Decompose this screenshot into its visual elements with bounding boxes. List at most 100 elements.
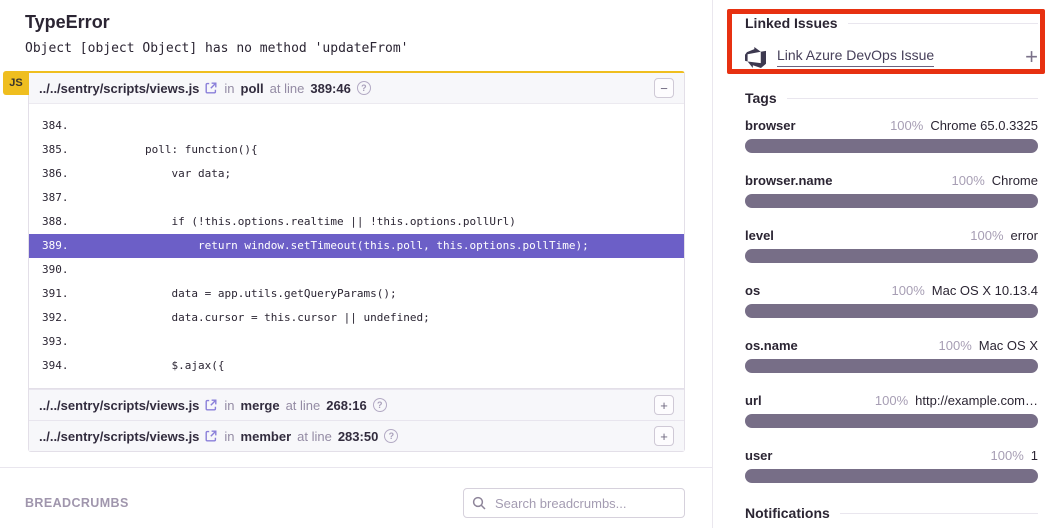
add-linked-issue-button[interactable]: + — [1025, 47, 1038, 67]
line-code: data.cursor = this.cursor || undefined; — [92, 306, 430, 330]
code-line: 389. return window.setTimeout(this.poll,… — [29, 234, 684, 258]
tag-progress-bar — [745, 194, 1038, 208]
issue-detail-main: TypeError Object [object Object] has no … — [25, 12, 685, 452]
expand-frame-button[interactable]: + — [654, 426, 674, 446]
breadcrumbs-header: BREADCRUMBS — [25, 488, 685, 518]
line-code: $.ajax({ — [92, 354, 224, 378]
tag-value[interactable]: http://example.com… — [915, 393, 1038, 408]
notifications-section: Notifications — [745, 505, 1038, 521]
tag-progress-bar — [745, 469, 1038, 483]
external-link-icon[interactable] — [205, 430, 217, 442]
tag-key[interactable]: browser — [745, 118, 796, 133]
line-code: var data; — [92, 162, 231, 186]
tag-percent: 100% — [939, 338, 972, 353]
external-link-icon[interactable] — [205, 82, 217, 94]
line-number: 394. — [29, 354, 92, 378]
tag-row: level 100%error — [745, 228, 1038, 263]
frame-function: member — [241, 429, 292, 444]
code-line: 394. $.ajax({ — [29, 354, 684, 378]
frame-filename[interactable]: ../../sentry/scripts/views.js — [39, 398, 199, 413]
tag-key[interactable]: os — [745, 283, 760, 298]
line-number: 386. — [29, 162, 92, 186]
js-platform-badge: JS — [3, 71, 29, 95]
frame-header[interactable]: ../../sentry/scripts/views.js in merge a… — [29, 389, 684, 420]
frame-function: merge — [241, 398, 280, 413]
line-number: 390. — [29, 258, 92, 282]
tag-value[interactable]: Mac OS X — [979, 338, 1038, 353]
code-line: 387. — [29, 186, 684, 210]
stack-frame-poll: ../../sentry/scripts/views.js in poll at… — [29, 73, 684, 389]
tag-key[interactable]: level — [745, 228, 774, 243]
tag-key[interactable]: browser.name — [745, 173, 832, 188]
line-number: 389. — [29, 234, 92, 258]
code-line: 390. — [29, 258, 684, 282]
frame-line-number: 389:46 — [310, 81, 350, 96]
at-line-label: at line — [286, 398, 321, 413]
frame-filename[interactable]: ../../sentry/scripts/views.js — [39, 81, 199, 96]
heading-rule — [787, 98, 1038, 99]
frame-function: poll — [241, 81, 264, 96]
breadcrumbs-search — [463, 488, 685, 518]
tag-row: url 100% http://example.com… — [745, 393, 1038, 428]
expand-frame-button[interactable]: + — [654, 395, 674, 415]
breadcrumbs-title: BREADCRUMBS — [25, 496, 129, 510]
code-line: 385. poll: function(){ — [29, 138, 684, 162]
code-line: 392. data.cursor = this.cursor || undefi… — [29, 306, 684, 330]
frame-filename[interactable]: ../../sentry/scripts/views.js — [39, 429, 199, 444]
line-number: 388. — [29, 210, 92, 234]
tag-row: browser.name 100% Chrome — [745, 173, 1038, 208]
tag-key[interactable]: url — [745, 393, 762, 408]
sidebar: Linked Issues Link Azure DevOps Issue + … — [712, 0, 1055, 528]
tag-value[interactable]: error — [1011, 228, 1038, 243]
line-number: 393. — [29, 330, 92, 354]
tag-key[interactable]: user — [745, 448, 772, 463]
at-line-label: at line — [270, 81, 305, 96]
link-azure-devops-row: Link Azure DevOps Issue + — [745, 44, 1038, 70]
tag-progress-bar — [745, 249, 1038, 263]
tag-percent: 100% — [890, 118, 923, 133]
code-block: 384. 385. poll: function(){ 386. var dat… — [29, 103, 684, 389]
code-line: 393. — [29, 330, 684, 354]
in-label: in — [224, 429, 234, 444]
external-link-icon[interactable] — [205, 399, 217, 411]
tag-percent: 100% — [875, 393, 908, 408]
line-code: data = app.utils.getQueryParams(); — [92, 282, 397, 306]
line-code: if (!this.options.realtime || !this.opti… — [92, 210, 516, 234]
tag-value[interactable]: Chrome — [992, 173, 1038, 188]
in-label: in — [224, 398, 234, 413]
error-message: Object [object Object] has no method 'up… — [25, 41, 685, 56]
frame-line-number: 283:50 — [338, 429, 378, 444]
link-azure-devops-issue-link[interactable]: Link Azure DevOps Issue — [777, 47, 934, 67]
tags-list: browser 100% Chrome 65.0.3325 browser.nam… — [745, 118, 1038, 483]
code-line: 388. if (!this.options.realtime || !this… — [29, 210, 684, 234]
help-icon[interactable]: ? — [373, 398, 387, 412]
linked-issues-title: Linked Issues — [745, 15, 838, 31]
line-code: return window.setTimeout(this.poll, this… — [92, 234, 589, 258]
tag-row: os.name 100% Mac OS X — [745, 338, 1038, 373]
code-line: 384. — [29, 114, 684, 138]
line-code: poll: function(){ — [92, 138, 258, 162]
heading-rule — [848, 23, 1038, 24]
help-icon[interactable]: ? — [357, 81, 371, 95]
tag-value[interactable]: Chrome 65.0.3325 — [930, 118, 1038, 133]
tag-percent: 100% — [991, 448, 1024, 463]
frame-header[interactable]: ../../sentry/scripts/views.js in member … — [29, 420, 684, 451]
tag-key[interactable]: os.name — [745, 338, 798, 353]
search-input[interactable] — [463, 488, 685, 518]
heading-rule — [840, 513, 1038, 514]
line-number: 384. — [29, 114, 92, 138]
at-line-label: at line — [297, 429, 332, 444]
line-number: 385. — [29, 138, 92, 162]
collapse-frame-button[interactable]: − — [654, 78, 674, 98]
tag-percent: 100% — [952, 173, 985, 188]
frame-line-number: 268:16 — [326, 398, 366, 413]
tag-value[interactable]: 1 — [1031, 448, 1038, 463]
tags-title: Tags — [745, 90, 777, 106]
line-number: 387. — [29, 186, 92, 210]
tag-row: user 100% 1 — [745, 448, 1038, 483]
tags-section: Tags browser 100% Chrome 65.0.3325 browse… — [745, 90, 1038, 483]
stack-frame-merge: ../../sentry/scripts/views.js in merge a… — [29, 389, 684, 420]
tag-value[interactable]: Mac OS X 10.13.4 — [932, 283, 1038, 298]
help-icon[interactable]: ? — [384, 429, 398, 443]
frame-header[interactable]: ../../sentry/scripts/views.js in poll at… — [29, 73, 684, 103]
